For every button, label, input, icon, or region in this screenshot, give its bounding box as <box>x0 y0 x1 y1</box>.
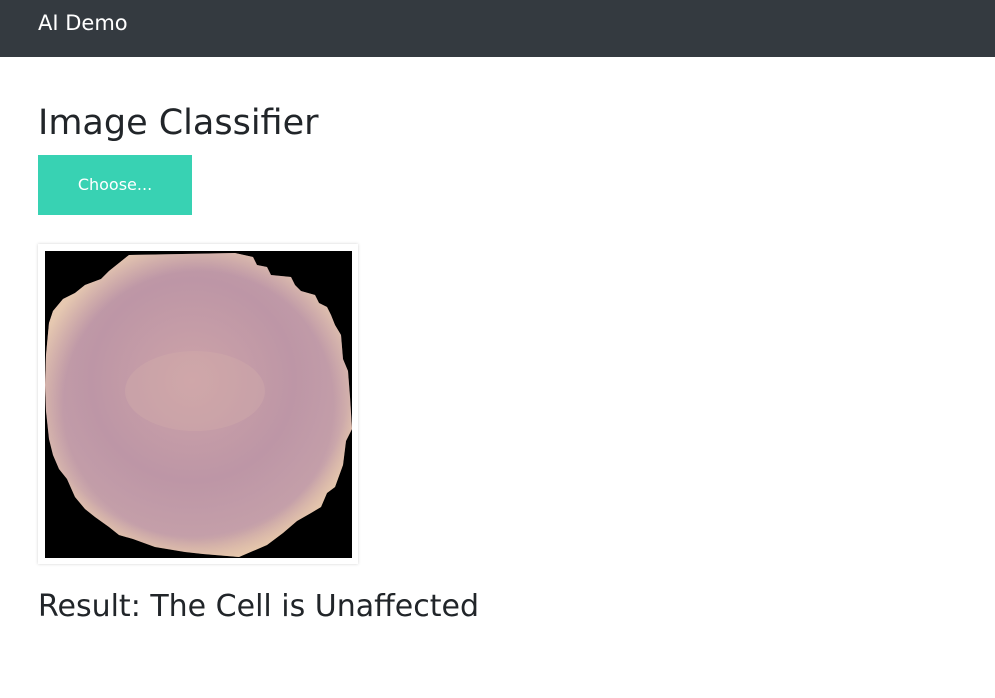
result-text: Result: The Cell is Unaffected <box>38 589 480 624</box>
image-preview-frame <box>38 244 358 564</box>
choose-file-button[interactable]: Choose... <box>38 155 192 215</box>
brand-link[interactable]: AI Demo <box>38 9 128 37</box>
top-navbar: AI Demo <box>0 0 995 57</box>
page-title: Image Classifier <box>38 103 319 143</box>
blood-cell-image <box>45 251 352 558</box>
